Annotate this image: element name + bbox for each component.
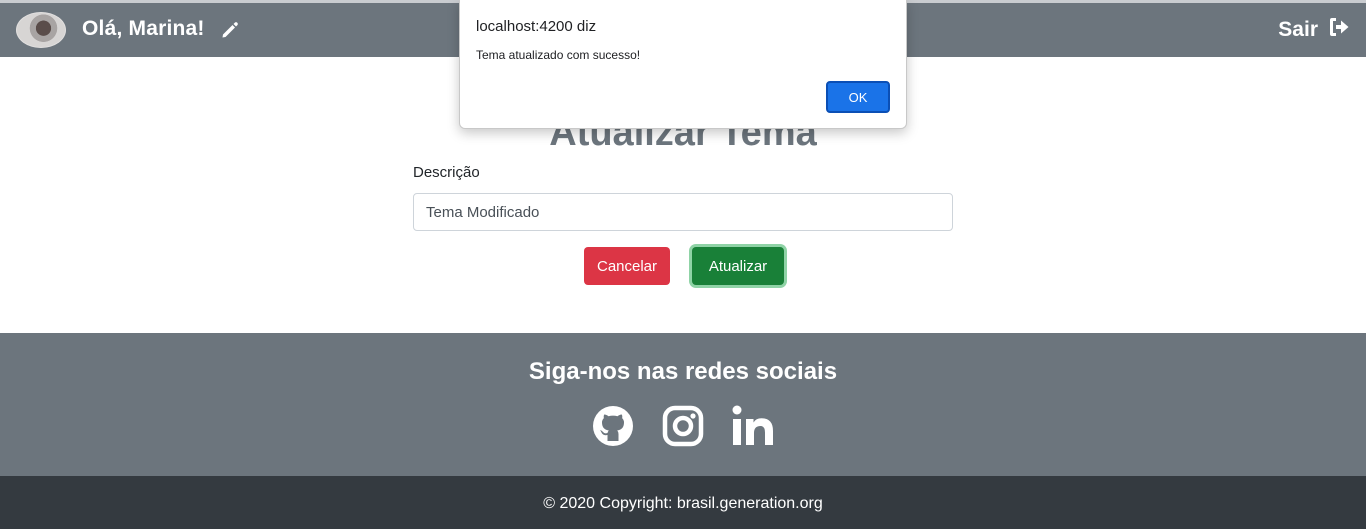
social-icons [0,405,1366,447]
avatar[interactable] [16,12,66,48]
alert-origin: localhost:4200 diz [476,18,597,35]
copyright-text: © 2020 Copyright: brasil.generation.org [543,495,823,512]
github-icon[interactable] [592,405,634,447]
logout-label: Sair [1278,18,1318,41]
sign-out-icon [1328,17,1350,43]
copyright-bar: © 2020 Copyright: brasil.generation.org [0,476,1366,529]
description-input[interactable] [413,193,953,231]
instagram-icon[interactable] [662,405,704,447]
social-footer: Siga-nos nas redes sociais [0,333,1366,476]
pencil-icon[interactable] [220,20,240,45]
alert-dialog: localhost:4200 diz Tema atualizado com s… [459,0,907,129]
alert-message: Tema atualizado com sucesso! [476,48,641,62]
description-label: Descrição [413,164,480,181]
social-title: Siga-nos nas redes sociais [528,358,838,385]
alert-ok-button[interactable]: OK [826,81,890,113]
logout-button[interactable]: Sair [1278,17,1350,43]
update-button[interactable]: Atualizar [692,247,784,285]
linkedin-icon[interactable] [732,405,774,447]
cancel-button[interactable]: Cancelar [584,247,670,285]
greeting-text: Olá, Marina! [82,17,205,40]
